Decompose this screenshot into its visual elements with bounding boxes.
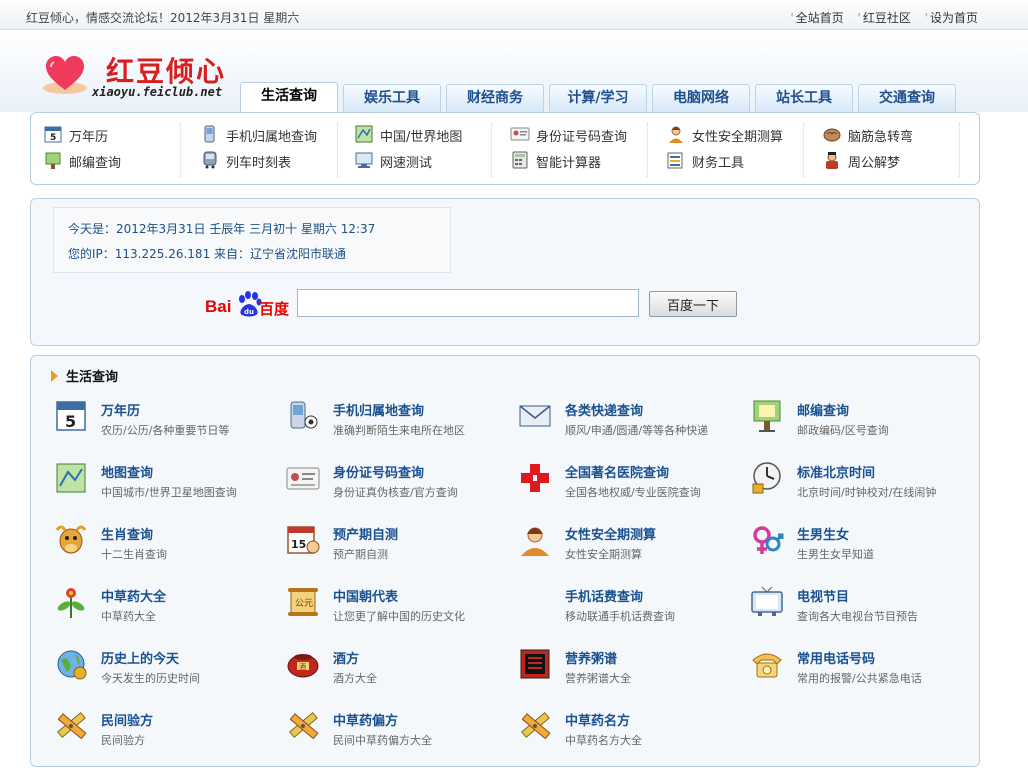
- phone-icon: [290, 401, 318, 429]
- post-icon: [45, 152, 61, 169]
- life-item-safe-period[interactable]: 女性安全期测算 女性安全期测算: [517, 522, 745, 572]
- svg-text:5: 5: [50, 133, 56, 143]
- id-card-icon: [510, 127, 530, 141]
- life-item-beijing-time[interactable]: 标准北京时间 北京时间/时钟校对/在线闹钟: [749, 460, 977, 510]
- ox-icon: [55, 525, 87, 554]
- life-item-id-card[interactable]: 身份证号码查询 身份证真伪核查/官方查询: [285, 460, 513, 510]
- life-item-phone-numbers[interactable]: 常用电话号码 常用的报警/公共紧急电话: [749, 646, 977, 696]
- tab-entertainment[interactable]: 娱乐工具: [343, 84, 441, 112]
- life-item-postcode[interactable]: 邮编查询 邮政编码/区号查询: [749, 398, 977, 448]
- herb-icon: [57, 588, 85, 618]
- brain-icon: [823, 128, 841, 142]
- quick-column: 女性安全期测算 财务工具: [654, 123, 804, 177]
- tab-calc-study[interactable]: 计算/学习: [549, 84, 647, 112]
- calendar-baby-icon: 15: [287, 526, 320, 554]
- wine-icon: 酒: [287, 654, 319, 678]
- woman-icon: [521, 527, 549, 556]
- arrow-icon: [51, 370, 58, 382]
- quick-column: 身份证号码查询 智能计算器: [498, 123, 648, 177]
- life-item-herbs[interactable]: 中草药大全 中草药大全: [53, 584, 281, 634]
- life-query-panel: 生活查询 5 万年历 农历/公历/各种重要节日等 手机归属地查询 准确判断陌生来…: [30, 355, 980, 767]
- map-icon: [56, 463, 86, 493]
- svg-text:公元: 公元: [295, 598, 313, 609]
- tab-computer-network[interactable]: 电脑网络: [652, 84, 750, 112]
- gender-icon: [753, 526, 784, 554]
- map-icon: [355, 125, 373, 143]
- tab-finance[interactable]: 财经商务: [446, 84, 544, 112]
- link-set-homepage[interactable]: 设为首页: [925, 11, 978, 25]
- quick-column: 中国/世界地图 网速测试: [342, 123, 492, 177]
- baidu-logo[interactable]: Bai du 百度: [205, 291, 291, 321]
- header: 红豆倾心 xiaoyu.feiclub.net 生活查询 娱乐工具 财经商务 计…: [0, 30, 1028, 113]
- envelope-icon: [519, 405, 551, 427]
- life-item-history-today[interactable]: 历史上的今天 今天发生的历史时间: [53, 646, 281, 696]
- life-item-porridge[interactable]: 营养粥谱 营养粥谱大全: [517, 646, 745, 696]
- phone-icon: [204, 125, 215, 143]
- life-item-calendar[interactable]: 5 万年历 农历/公历/各种重要节日等: [53, 398, 281, 448]
- date-ip-info: 今天是：2012年3月31日 壬辰年 三月初十 星期六 12:37 您的IP：1…: [53, 207, 451, 273]
- pencil-ruler-icon: [520, 711, 551, 740]
- top-bar: 红豆倾心，情感交流论坛！2012年3月31日 星期六 全站首页 红豆社区 设为首…: [0, 0, 1028, 30]
- life-item-due-date[interactable]: 15 预产期自测 预产期自测: [285, 522, 513, 572]
- porridge-icon: [520, 649, 550, 679]
- life-item-hospital[interactable]: 全国著名医院查询 全国各地权威/专业医院查询: [517, 460, 745, 510]
- site-logo[interactable]: 红豆倾心 xiaoyu.feiclub.net: [34, 50, 234, 110]
- network-icon: [355, 152, 373, 168]
- baidu-search-button[interactable]: 百度一下: [649, 291, 737, 317]
- quick-column: 5 万年历 邮编查询: [31, 123, 181, 177]
- brand-domain: xiaoyu.feiclub.net: [92, 85, 223, 99]
- pencil-ruler-icon: [56, 711, 87, 740]
- calendar-icon: 5: [56, 401, 86, 431]
- dream-icon: [826, 152, 838, 169]
- life-item-dynasty[interactable]: 公元 中国朝代表 让您更了解中国的历史文化: [285, 584, 513, 634]
- section-title: 生活查询: [51, 366, 118, 385]
- quick-links-panel: 5 万年历 邮编查询 手机归属地查询 列车时刻表 中国/世界地图 网速测试 身份…: [30, 112, 980, 185]
- hospital-icon: [521, 464, 549, 492]
- svg-text:du: du: [244, 308, 254, 316]
- svg-text:5: 5: [65, 412, 76, 431]
- clock-icon: [752, 462, 781, 494]
- top-links: 全站首页 红豆社区 设为首页: [780, 9, 978, 26]
- life-item-herb-prescription[interactable]: 中草药名方 中草药名方大全: [517, 708, 745, 758]
- quick-column: 手机归属地查询 列车时刻表: [188, 123, 338, 177]
- info-search-panel: 今天是：2012年3月31日 壬辰年 三月初十 星期六 12:37 您的IP：1…: [30, 198, 980, 346]
- life-item-map[interactable]: 地图查询 中国城市/世界卫星地图查询: [53, 460, 281, 510]
- id-card-icon: [286, 467, 320, 490]
- svg-text:酒: 酒: [299, 663, 306, 671]
- life-item-gender[interactable]: 生男生女 生男生女早知道: [749, 522, 977, 572]
- telephone-icon: [752, 653, 782, 678]
- life-item-wine[interactable]: 酒 酒方 酒方大全: [285, 646, 513, 696]
- pencil-ruler-icon: [288, 711, 319, 740]
- life-item-tv[interactable]: 电视节目 查询各大电视台节目预告: [749, 584, 977, 634]
- tab-webmaster-tools[interactable]: 站长工具: [755, 84, 853, 112]
- life-item-express[interactable]: 各类快递查询 顺风/申通/圆通/等等各种快递: [517, 398, 745, 448]
- welcome-text: 红豆倾心，情感交流论坛！2012年3月31日 星期六: [26, 11, 300, 25]
- tab-traffic[interactable]: 交通查询: [858, 84, 956, 112]
- link-site-home[interactable]: 全站首页: [790, 11, 843, 25]
- calculator-icon: [512, 151, 528, 169]
- brand-name: 红豆倾心: [106, 55, 227, 88]
- scroll-icon: 公元: [288, 588, 318, 616]
- tab-life-query[interactable]: 生活查询: [240, 82, 338, 113]
- quick-column: 脑筋急转弯 周公解梦: [810, 123, 960, 177]
- globe-icon: [57, 650, 87, 680]
- search-input[interactable]: [297, 289, 639, 317]
- tv-icon: [751, 586, 783, 616]
- post-icon: [753, 400, 781, 432]
- date-line: 今天是：2012年3月31日 壬辰年 三月初十 星期六 12:37: [68, 222, 376, 236]
- life-item-folk-remedy[interactable]: 民间验方 民间验方: [53, 708, 281, 758]
- calendar-icon: 5: [44, 126, 62, 143]
- link-community[interactable]: 红豆社区: [858, 11, 911, 25]
- life-item-zodiac[interactable]: 生肖查询 十二生肖查询: [53, 522, 281, 572]
- heart-logo-icon: [43, 56, 87, 94]
- train-icon: [203, 151, 217, 169]
- woman-icon: [669, 126, 683, 143]
- life-item-phone-location[interactable]: 手机归属地查询 准确判断陌生来电所在地区: [285, 398, 513, 448]
- finance-icon: [667, 152, 683, 169]
- life-item-herb-remedy[interactable]: 中草药偏方 民间中草药偏方大全: [285, 708, 513, 758]
- life-item-phone-bill[interactable]: 手机话费查询 移动联通手机话费查询: [517, 584, 745, 634]
- svg-text:15: 15: [291, 538, 306, 551]
- ip-line: 您的IP：113.225.26.181 来自：辽宁省沈阳市联通: [68, 247, 347, 261]
